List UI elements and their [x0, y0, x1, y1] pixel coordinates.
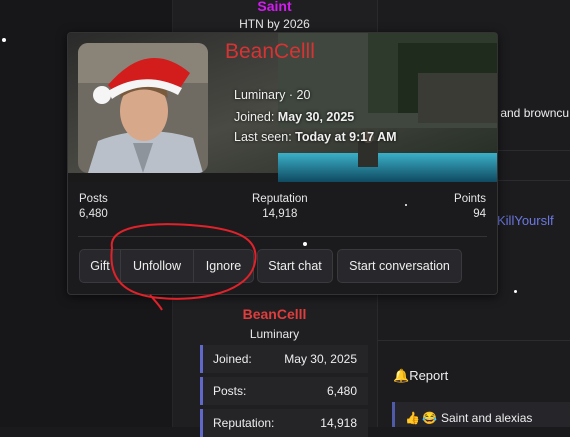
gift-button[interactable]: Gift — [79, 249, 121, 283]
report-button[interactable]: 🔔Report — [393, 368, 448, 384]
unfollow-button[interactable]: Unfollow — [120, 249, 194, 283]
rank-line: Luminary · 20 — [234, 88, 311, 102]
stat-value: 14,918 — [262, 208, 298, 220]
stat-value: 6,480 — [79, 208, 108, 220]
start-chat-button[interactable]: Start chat — [257, 249, 333, 283]
info-row-posts: Posts: 6,480 — [200, 377, 368, 405]
info-row-joined: Joined: May 30, 2025 — [200, 345, 368, 373]
profile-banner: BeanCelll Luminary · 20 Joined: May 30, … — [68, 33, 497, 182]
ignore-button[interactable]: Ignore — [193, 249, 254, 283]
avatar[interactable] — [78, 43, 208, 173]
reactions-users[interactable]: Saint and alexias — [441, 411, 532, 425]
top-username[interactable]: Saint — [172, 0, 377, 14]
stat-label: Points — [454, 193, 486, 205]
stat-posts[interactable]: Posts 6,480 — [79, 193, 108, 220]
post-text-snippet: s and browncu — [491, 106, 570, 120]
decorative-dot — [514, 290, 517, 293]
top-user-title: HTN by 2026 — [239, 17, 310, 31]
avatar-image — [78, 43, 208, 173]
info-key: Reputation: — [213, 416, 275, 430]
reactions-bar[interactable]: 👍 😂 Saint and alexias — [392, 402, 570, 427]
card-username[interactable]: BeanCelll — [225, 40, 315, 64]
stat-points[interactable]: Points 94 — [454, 193, 486, 220]
like-icon: 👍 — [405, 411, 420, 425]
stat-reputation[interactable]: Reputation 14,918 — [252, 193, 308, 220]
user-link[interactable]: KillYourslf — [497, 213, 554, 228]
start-conversation-button[interactable]: Start conversation — [337, 249, 462, 283]
decorative-dot — [405, 204, 407, 206]
info-key: Posts: — [213, 384, 247, 398]
last-seen-line: Last seen: Today at 9:17 AM — [234, 130, 397, 144]
post-author-title: Luminary — [249, 327, 300, 341]
stat-label: Posts — [79, 193, 108, 205]
info-value: May 30, 2025 — [284, 352, 357, 366]
decorative-dot — [303, 242, 307, 246]
laugh-icon: 😂 — [422, 411, 437, 425]
member-tooltip-card: BeanCelll Luminary · 20 Joined: May 30, … — [67, 32, 498, 295]
last-seen-value: Today at 9:17 AM — [295, 130, 397, 144]
info-value: 6,480 — [326, 384, 357, 398]
joined-label: Joined: — [234, 110, 275, 124]
divider — [78, 236, 487, 237]
joined-line: Joined: May 30, 2025 — [234, 110, 354, 124]
post-author-name[interactable]: BeanCelll — [172, 306, 377, 322]
last-seen-label: Last seen: — [234, 130, 292, 144]
report-label: Report — [409, 368, 449, 383]
stat-value: 94 — [473, 208, 486, 220]
stat-label: Reputation — [252, 193, 308, 205]
info-key: Joined: — [213, 352, 252, 366]
joined-value: May 30, 2025 — [277, 110, 355, 124]
info-value: 14,918 — [320, 416, 357, 430]
bell-icon: 🔔 — [393, 368, 410, 383]
decorative-dot — [2, 38, 6, 42]
info-row-reputation: Reputation: 14,918 — [200, 409, 368, 437]
divider — [377, 340, 570, 341]
